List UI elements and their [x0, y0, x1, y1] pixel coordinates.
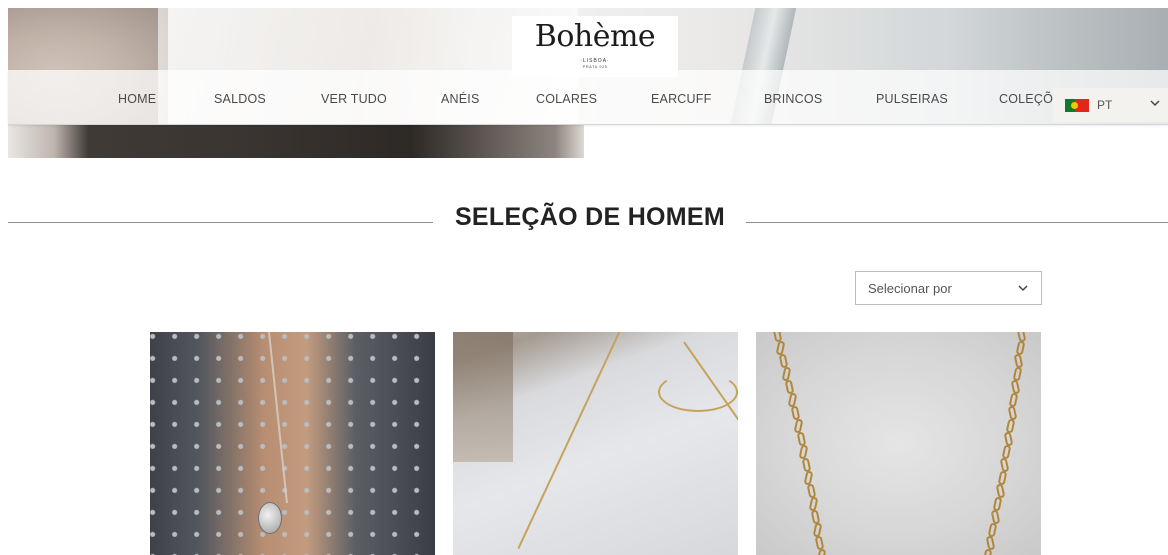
chevron-down-icon [1150, 100, 1160, 107]
sort-select-value: Selecionar por [868, 280, 952, 296]
nav-item-home[interactable]: HOME [118, 92, 156, 106]
nav-item-pulseiras[interactable]: PULSEIRAS [876, 92, 948, 106]
nav-item-brincos[interactable]: BRINCOS [764, 92, 822, 106]
nav-item-saldos[interactable]: SALDOS [214, 92, 266, 106]
nav-item-ver-tudo[interactable]: VER TUDO [321, 92, 387, 106]
brand-material: PRATA 925 [582, 64, 608, 69]
chevron-down-icon [1018, 285, 1028, 292]
language-selector[interactable]: PT [1053, 88, 1168, 122]
product-card-2[interactable] [453, 332, 738, 555]
title-divider-right [746, 222, 1168, 223]
product-card-1[interactable] [150, 332, 435, 555]
necklace-chain [658, 372, 738, 412]
page-title: SELEÇÃO DE HOMEM [454, 203, 726, 231]
sort-select[interactable]: Selecionar por [855, 271, 1042, 305]
header-banner-lower-strip [8, 125, 584, 158]
nav-item-earcuff[interactable]: EARCUFF [651, 92, 711, 106]
portugal-flag-icon [1065, 98, 1089, 112]
necklace-chain [268, 332, 288, 504]
language-code: PT [1097, 98, 1113, 112]
title-divider-left [8, 222, 433, 223]
medallion-pendant [258, 502, 282, 534]
necklace-chain [517, 332, 625, 549]
chain-link [817, 548, 827, 555]
brand-logo[interactable]: Bohème ·LISBOA· PRATA 925 [512, 16, 678, 77]
glass-object [453, 332, 513, 462]
main-navigation: HOME SALDOS VER TUDO ANÉIS COLARES EARCU… [0, 92, 1168, 110]
product-card-3[interactable] [756, 332, 1041, 555]
nav-item-aneis[interactable]: ANÉIS [441, 92, 480, 106]
brand-name: Bohème [534, 19, 656, 54]
nav-item-colares[interactable]: COLARES [536, 92, 597, 106]
